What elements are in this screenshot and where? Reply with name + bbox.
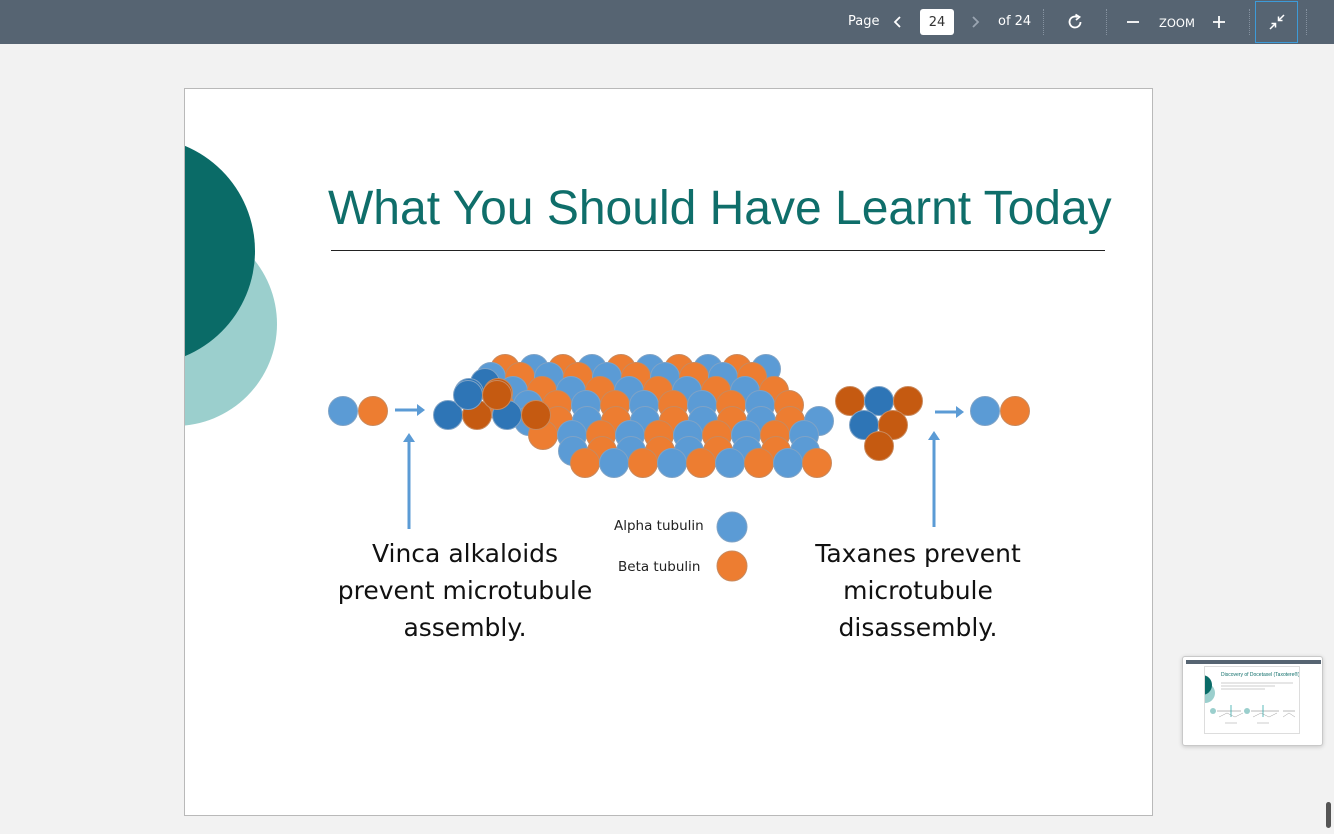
zoom-label: ZOOM (1159, 16, 1195, 30)
chevron-right-icon (972, 16, 980, 28)
tubulin-subunit (521, 400, 551, 430)
left-dimer (328, 396, 388, 426)
caption-line: assembly. (403, 613, 527, 642)
page-thumbnail[interactable]: Discovery of Docetaxel (Taxotere®) (1182, 656, 1323, 746)
beta-tubulin-swatch (716, 550, 748, 582)
page-label: Page (848, 14, 880, 29)
rotate-button[interactable] (1062, 9, 1088, 35)
slide-page: What You Should Have Learnt Today Alpha … (184, 88, 1153, 816)
page-number-input[interactable] (920, 9, 954, 35)
exit-fullscreen-icon (1268, 14, 1285, 30)
zoom-in-button[interactable] (1206, 9, 1232, 35)
tubulin-subunit (686, 448, 716, 478)
viewer-toolbar: Page of 24 ZOOM (0, 0, 1334, 44)
tubulin-subunit (657, 448, 687, 478)
tubulin-subunit (599, 448, 629, 478)
tubulin-subunit (453, 380, 483, 410)
caption-line: Vinca alkaloids (371, 539, 559, 568)
rotate-icon (1068, 13, 1082, 29)
microtubule-illustration (433, 354, 923, 478)
tubulin-subunit (773, 448, 803, 478)
tubulin-subunit (802, 448, 832, 478)
tubulin-subunit (715, 448, 745, 478)
caption-line: disassembly. (838, 613, 998, 642)
caption-line: prevent microtubule (337, 576, 593, 605)
right-dimer (970, 396, 1030, 426)
zoom-out-button[interactable] (1120, 9, 1146, 35)
tubulin-subunit (570, 448, 600, 478)
scrollbar-thumb[interactable] (1326, 802, 1331, 828)
zoom-out-icon (1127, 21, 1139, 23)
slide-title: What You Should Have Learnt Today (328, 182, 1112, 235)
thumbnail-slide: Discovery of Docetaxel (Taxotere®) (1204, 666, 1300, 734)
next-page-button[interactable] (962, 9, 988, 35)
legend-beta-label: Beta tubulin (618, 559, 701, 575)
vinca-caption: Vinca alkaloids prevent microtubule asse… (325, 535, 605, 646)
caption-line: microtubule (843, 576, 993, 605)
thumbnail-title: Discovery of Docetaxel (Taxotere®) (1221, 672, 1300, 678)
toolbar-divider (1043, 9, 1044, 35)
chevron-left-icon (893, 16, 901, 28)
legend-swatches (716, 511, 748, 582)
alpha-tubulin-swatch (716, 511, 748, 543)
toolbar-divider (1306, 9, 1307, 35)
tubulin-subunit (864, 431, 894, 461)
toolbar-divider (1106, 9, 1107, 35)
toolbar-divider (1249, 9, 1250, 35)
thumbnail-toolbar (1186, 660, 1321, 664)
tubulin-subunit (744, 448, 774, 478)
tubulin-subunit (628, 448, 658, 478)
tubulin-subunit (482, 380, 512, 410)
exit-fullscreen-button[interactable] (1255, 1, 1298, 43)
legend-alpha-label: Alpha tubulin (614, 518, 704, 534)
previous-page-button[interactable] (885, 9, 911, 35)
caption-line: Taxanes prevent (815, 539, 1021, 568)
taxanes-caption: Taxanes prevent microtubule disassembly. (788, 535, 1048, 646)
page-total: of 24 (998, 14, 1032, 29)
title-underline (331, 250, 1105, 251)
zoom-in-icon (1213, 16, 1225, 28)
decorative-circles (185, 145, 277, 426)
